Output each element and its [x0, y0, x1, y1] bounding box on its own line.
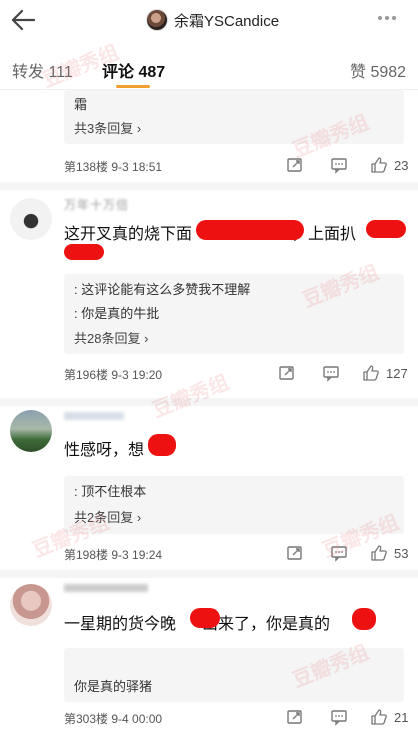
- comment-item: 性感呀，想 : 顶不住根本 共2条回复 › 第198楼 9-3 19:24 53: [0, 406, 418, 572]
- reply-text: 你是真的驿猪: [74, 679, 153, 694]
- redaction-mark: [366, 220, 406, 238]
- floor-timestamp: 第198楼 9-3 19:24: [64, 548, 163, 562]
- like-count: 127: [386, 366, 408, 381]
- like-count: 23: [394, 158, 409, 173]
- comment-item: 霜 共3条回复 › 第138楼 9-3 18:51 23: [0, 90, 418, 182]
- tab-repost[interactable]: 转发 111: [12, 58, 73, 82]
- divider: [0, 570, 418, 578]
- repost-icon[interactable]: [286, 156, 304, 174]
- more-replies-link[interactable]: 共28条回复 ›: [74, 328, 148, 347]
- redaction-mark: [352, 608, 376, 630]
- tab-bar: 转发 111 评论 487 赞 5982: [0, 42, 418, 90]
- comment-icon[interactable]: [330, 544, 348, 562]
- reply-text: 霜: [74, 97, 88, 112]
- redaction-mark: [196, 220, 304, 240]
- avatar[interactable]: [10, 198, 52, 240]
- reply-box[interactable]: : 顶不住根本 共2条回复 ›: [64, 476, 404, 534]
- comment-meta: 第138楼 9-3 18:51 23: [64, 156, 410, 176]
- repost-icon[interactable]: [286, 544, 304, 562]
- username[interactable]: 万年十万倍: [64, 196, 129, 213]
- comment-icon[interactable]: [330, 708, 348, 726]
- thumbs-up-icon[interactable]: [362, 364, 380, 382]
- repost-icon[interactable]: [278, 364, 296, 382]
- comment-item: 一星期的货今晚 出来了，你是真的 你是真的驿猪 第303楼 9-4 00:00 2…: [0, 578, 418, 729]
- top-bar: 余霜YSCandice: [0, 0, 418, 42]
- comment-meta: 第196楼 9-3 19:20 127: [64, 364, 410, 384]
- divider: [0, 398, 418, 406]
- comment-icon[interactable]: [330, 156, 348, 174]
- floor-timestamp: 第196楼 9-3 19:20: [64, 368, 163, 382]
- tab-likes[interactable]: 赞 5982: [350, 58, 406, 82]
- redaction-mark: [64, 244, 104, 260]
- repost-icon[interactable]: [286, 708, 304, 726]
- divider: [0, 182, 418, 190]
- page-title: 余霜YSCandice: [174, 12, 280, 30]
- avatar[interactable]: [10, 410, 52, 452]
- thumbs-up-icon[interactable]: [370, 156, 388, 174]
- floor-timestamp: 第303楼 9-4 00:00: [64, 712, 163, 726]
- username-redacted: [64, 584, 148, 592]
- back-arrow-icon[interactable]: [8, 6, 38, 34]
- floor-timestamp: 第138楼 9-3 18:51: [64, 160, 163, 174]
- comment-item: 万年十万倍 这开叉真的烧下面 ，上面扒 : 这评论能有这么多赞我不理解 : 你是真…: [0, 190, 418, 400]
- thumbs-up-icon[interactable]: [370, 544, 388, 562]
- reply-box[interactable]: : 这评论能有这么多赞我不理解 : 你是真的牛批 共28条回复 ›: [64, 274, 404, 354]
- comment-feed[interactable]: 霜 共3条回复 › 第138楼 9-3 18:51 23 万年十万倍 这开叉真的…: [0, 90, 418, 729]
- profile-title[interactable]: 余霜YSCandice: [146, 6, 279, 34]
- reply-box[interactable]: 霜 共3条回复 ›: [64, 90, 404, 144]
- more-dots-icon[interactable]: [378, 16, 396, 20]
- comment-meta: 第303楼 9-4 00:00 21: [64, 708, 410, 728]
- redaction-mark: [148, 434, 176, 456]
- reply-box[interactable]: 你是真的驿猪: [64, 648, 404, 702]
- active-tab-indicator: [116, 85, 150, 88]
- reply-text: : 顶不住根本: [74, 484, 147, 499]
- thumbs-up-icon[interactable]: [370, 708, 388, 726]
- username-redacted: [64, 412, 124, 420]
- redaction-mark: [190, 608, 220, 628]
- comment-icon[interactable]: [322, 364, 340, 382]
- more-replies-link[interactable]: 共3条回复 ›: [74, 118, 141, 137]
- tab-comments[interactable]: 评论 487: [102, 58, 165, 82]
- more-replies-link[interactable]: 共2条回复 ›: [74, 507, 141, 526]
- comment-text: 性感呀，想: [64, 442, 145, 459]
- reply-text: : 你是真的牛批: [74, 306, 160, 321]
- like-count: 53: [394, 546, 409, 561]
- comment-meta: 第198楼 9-3 19:24 53: [64, 544, 410, 564]
- reply-text: : 这评论能有这么多赞我不理解: [74, 282, 251, 297]
- like-count: 21: [394, 710, 409, 725]
- avatar[interactable]: [146, 9, 168, 31]
- avatar[interactable]: [10, 584, 52, 626]
